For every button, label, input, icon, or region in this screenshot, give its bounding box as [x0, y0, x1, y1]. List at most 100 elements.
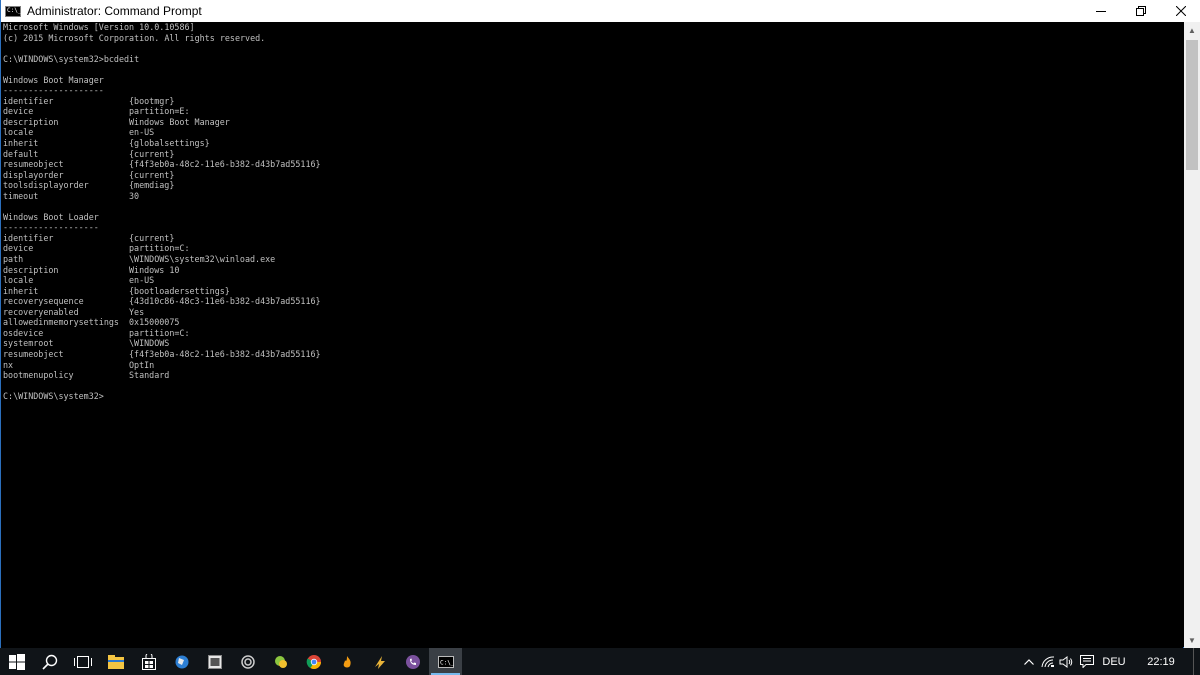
entry-row: timeout 30	[3, 191, 1183, 202]
window-title: Administrator: Command Prompt	[27, 4, 202, 18]
entry-row: description Windows 10	[3, 265, 1183, 276]
close-icon	[1176, 6, 1186, 16]
entry-value: 0x15000075	[129, 317, 180, 328]
entry-value: OptIn	[129, 359, 155, 370]
taskbar: C:\_ DEU 22:19	[0, 648, 1200, 675]
entry-value: {globalsettings}	[129, 138, 210, 149]
search-button[interactable]	[33, 648, 66, 675]
show-hidden-icons-button[interactable]	[1019, 648, 1039, 675]
app-button-2[interactable]	[198, 648, 231, 675]
entry-row: resumeobject {f4f3eb0a-48c2-11e6-b382-d43…	[3, 349, 1183, 360]
input-language-button[interactable]: DEU	[1099, 648, 1129, 675]
leaf-icon	[274, 655, 287, 668]
minimize-button[interactable]	[1081, 0, 1121, 22]
entry-key: locale	[3, 127, 34, 138]
entry-value: Windows 10	[129, 264, 180, 275]
entry-row: toolsdisplayorder {memdiag}	[3, 180, 1183, 191]
file-explorer-button[interactable]	[99, 648, 132, 675]
entry-value: Windows Boot Manager	[129, 116, 230, 127]
entry-key: description	[3, 116, 59, 127]
vertical-scrollbar[interactable]: ▲ ▼	[1184, 22, 1200, 648]
section-title: Windows Boot Loader	[3, 211, 99, 222]
entry-key: timeout	[3, 190, 39, 201]
start-button[interactable]	[0, 648, 33, 675]
chrome-button[interactable]	[297, 648, 330, 675]
entry-row: device partition=C:	[3, 243, 1183, 254]
entry-value: {f4f3eb0a-48c2-11e6-b382-d43b7ad55116}	[129, 159, 321, 170]
clock[interactable]: 22:19	[1129, 656, 1193, 668]
console-output[interactable]: Microsoft Windows [Version 10.0.10586] (c…	[1, 22, 1183, 648]
scrollbar-thumb[interactable]	[1186, 40, 1198, 170]
network-button[interactable]	[1039, 648, 1057, 675]
section-underline: --------------------	[3, 85, 104, 96]
show-desktop-button[interactable]	[1193, 648, 1200, 675]
icon-glyph: C:\_	[7, 7, 22, 14]
entry-key: inherit	[3, 138, 39, 149]
close-button[interactable]	[1161, 0, 1200, 22]
entry-key: path	[3, 254, 24, 265]
entry-key: resumeobject	[3, 348, 64, 359]
entry-value: en-US	[129, 275, 155, 286]
entry-value: partition=C:	[129, 327, 190, 338]
viber-button[interactable]	[396, 648, 429, 675]
entry-key: device	[3, 106, 34, 117]
prompt-line: C:\WINDOWS\system32>	[3, 391, 104, 402]
entry-value: {current}	[129, 232, 175, 243]
entry-value: partition=C:	[129, 243, 190, 254]
entry-key: description	[3, 264, 59, 275]
svg-text:C:\_: C:\_	[440, 659, 454, 666]
minimize-icon	[1096, 11, 1106, 12]
gear-icon	[240, 654, 255, 669]
entry-key: identifier	[3, 232, 54, 243]
app-button-3[interactable]	[231, 648, 264, 675]
speaker-icon	[1059, 655, 1073, 668]
header-line: Microsoft Windows [Version 10.0.10586]	[3, 22, 195, 32]
entry-row: allowedinmemorysettings 0x15000075	[3, 317, 1183, 328]
bolt-icon	[374, 655, 385, 669]
entry-key: recoverysequence	[3, 296, 84, 307]
entry-row: path \WINDOWS\system32\winload.exe	[3, 254, 1183, 265]
entry-row: default {current}	[3, 149, 1183, 160]
app-button-5[interactable]	[330, 648, 363, 675]
task-view-button[interactable]	[66, 648, 99, 675]
store-button[interactable]	[132, 648, 165, 675]
title-bar[interactable]: C:\_ Administrator: Command Prompt	[1, 0, 1200, 22]
volume-button[interactable]	[1057, 648, 1075, 675]
command-prompt-button[interactable]: C:\_	[429, 648, 462, 675]
entry-value: partition=E:	[129, 106, 190, 117]
entry-row: displayorder {current}	[3, 170, 1183, 181]
entry-row: inherit {globalsettings}	[3, 138, 1183, 149]
app-button-1[interactable]	[165, 648, 198, 675]
scroll-up-arrow-icon[interactable]: ▲	[1184, 22, 1200, 38]
entry-row: osdevice partition=C:	[3, 328, 1183, 339]
entry-key: locale	[3, 275, 34, 286]
entry-value: en-US	[129, 127, 155, 138]
entry-value: Standard	[129, 370, 170, 381]
console-text: Microsoft Windows [Version 10.0.10586] (c…	[1, 22, 1183, 402]
entry-value: {memdiag}	[129, 180, 175, 191]
entry-value: \WINDOWS\system32\winload.exe	[129, 254, 276, 265]
entry-value: {current}	[129, 169, 175, 180]
restore-button[interactable]	[1121, 0, 1161, 22]
section-title: Windows Boot Manager	[3, 74, 104, 85]
entry-key: bootmenupolicy	[3, 370, 74, 381]
caption-buttons	[1081, 0, 1200, 22]
restore-icon	[1136, 6, 1146, 16]
entry-key: toolsdisplayorder	[3, 180, 89, 191]
app-button-4[interactable]	[264, 648, 297, 675]
entry-key: displayorder	[3, 169, 64, 180]
chrome-icon	[306, 654, 321, 669]
entry-row: recoverysequence {43d10c86-48c3-11e6-b382…	[3, 296, 1183, 307]
entry-key: default	[3, 148, 39, 159]
entry-key: allowedinmemorysettings	[3, 317, 119, 328]
scroll-down-arrow-icon[interactable]: ▼	[1184, 632, 1200, 648]
entry-value: {current}	[129, 148, 175, 159]
app-button-6[interactable]	[363, 648, 396, 675]
entry-key: device	[3, 243, 34, 254]
command-prompt-icon[interactable]: C:\_	[5, 5, 22, 17]
action-center-button[interactable]	[1075, 648, 1099, 675]
phone-icon	[405, 654, 420, 669]
